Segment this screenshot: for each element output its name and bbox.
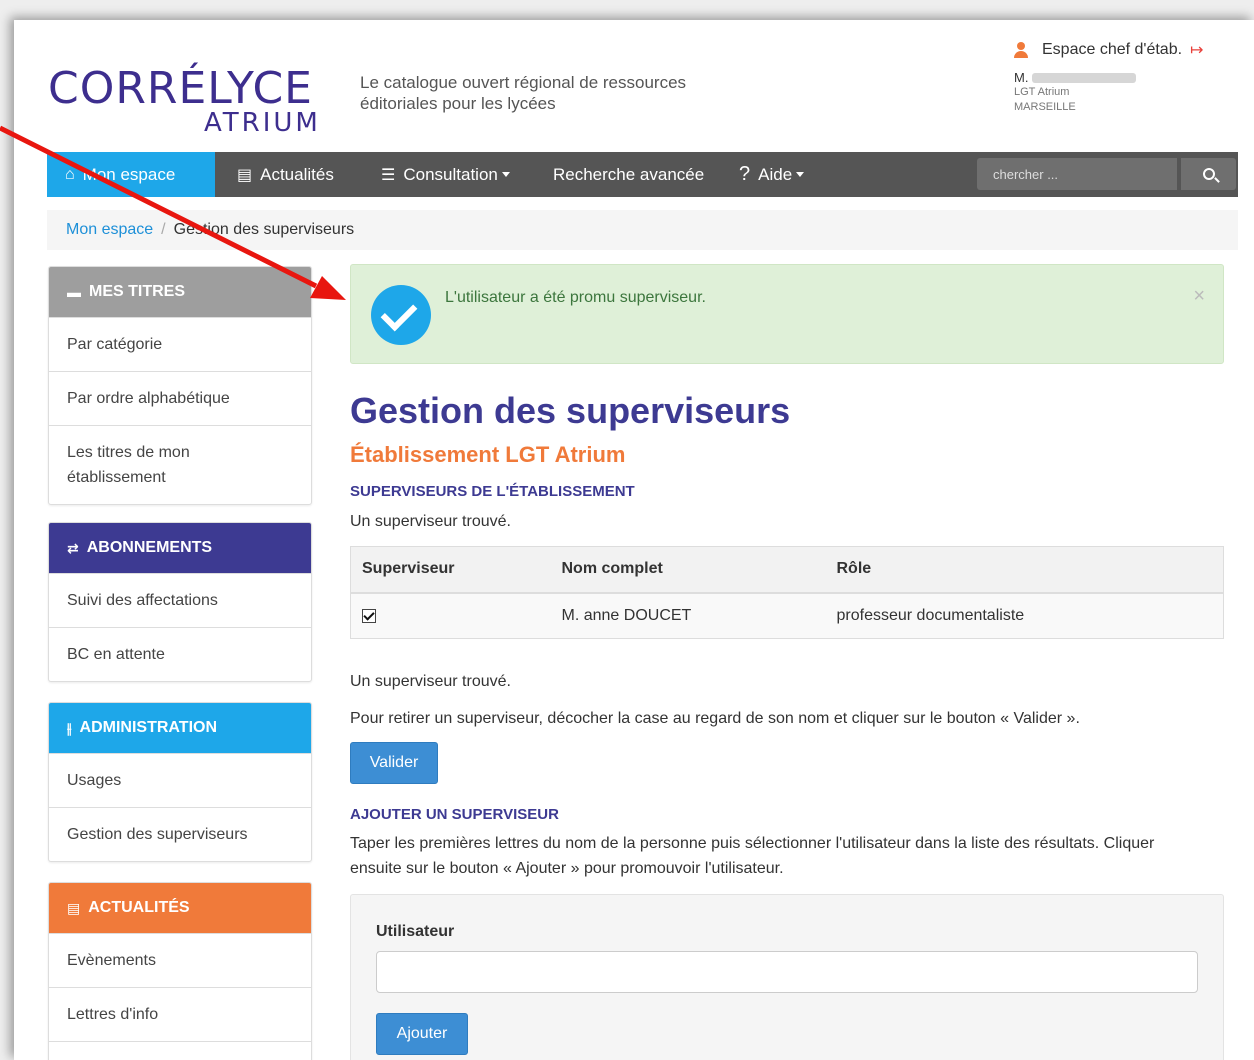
user-name: M.: [1014, 70, 1234, 85]
panel-abonnements: ⇄ ABONNEMENTS Suivi des affectations BC …: [48, 522, 312, 682]
found-count-text: Un superviseur trouvé.: [350, 513, 511, 530]
nav-mon-espace[interactable]: ⌂ Mon espace: [47, 152, 215, 197]
search-input[interactable]: chercher ...: [977, 158, 1177, 190]
breadcrumb: Mon espace / Gestion des superviseurs: [47, 210, 1238, 250]
user-city: MARSEILLE: [1014, 101, 1076, 113]
nav-recherche-label: Recherche avancée: [553, 164, 705, 184]
search-icon: [1202, 168, 1215, 180]
supervisor-checkbox[interactable]: [362, 608, 376, 623]
close-icon[interactable]: ×: [1193, 285, 1205, 308]
sidebar-item-lettres-info[interactable]: Lettres d'info: [49, 987, 311, 1041]
remove-instructions: Pour retirer un superviseur, décocher la…: [350, 710, 1080, 727]
user-space-link[interactable]: Espace chef d'étab.: [1042, 41, 1182, 59]
supervisors-table: Superviseur Nom complet Rôle M. anne DOU…: [350, 546, 1224, 639]
section-add-title: AJOUTER UN SUPERVISEUR: [350, 806, 559, 823]
sidebar-item-truncated[interactable]: [49, 1041, 311, 1060]
sidebar-item-suivi-affectations[interactable]: Suivi des affectations: [49, 573, 311, 627]
panel-mes-titres-header: ▬ MES TITRES: [49, 267, 311, 317]
user-search-input[interactable]: [376, 951, 1198, 993]
user-space-line: Espace chef d'étab. ↦: [1014, 40, 1234, 60]
page-title: Gestion des superviseurs: [350, 390, 791, 431]
question-icon: ?: [739, 163, 751, 185]
panel-administration: ⫲ ADMINISTRATION Usages Gestion des supe…: [48, 702, 312, 862]
panel-actualites-header: ▤ ACTUALITÉS: [49, 883, 311, 933]
logo-sub-text: ATRIUM: [204, 108, 321, 138]
refresh-icon: ⇄: [67, 539, 79, 556]
col-nom-complet: Nom complet: [550, 546, 826, 594]
add-instructions: Taper les premières lettres du nom de la…: [350, 831, 1154, 881]
sidebar-item-evenements[interactable]: Evènements: [49, 933, 311, 987]
validate-button[interactable]: Valider: [350, 742, 438, 784]
tagline-line2: éditoriales pour les lycées: [360, 94, 556, 113]
panel-abonnements-header: ⇄ ABONNEMENTS: [49, 523, 311, 573]
table-row: M. anne DOUCET professeur documentaliste: [350, 592, 1224, 639]
user-establishment: LGT Atrium: [1014, 86, 1070, 98]
panel-actualites-title: ACTUALITÉS: [88, 899, 190, 916]
logout-icon[interactable]: ↦: [1190, 40, 1203, 60]
search-button[interactable]: [1181, 158, 1236, 190]
user-icon: [1014, 42, 1028, 58]
panel-mes-titres: ▬ MES TITRES Par catégorie Par ordre alp…: [48, 266, 312, 505]
add-instructions-line2: ensuite sur le bouton « Ajouter » pour p…: [350, 860, 784, 877]
found-count-text-2: Un superviseur trouvé.: [350, 673, 511, 690]
supervisor-name: M. anne DOUCET: [550, 592, 826, 639]
nav-aide[interactable]: ? Aide: [721, 152, 822, 197]
news-icon: ▤: [237, 166, 253, 184]
user-name-redacted: [1032, 72, 1137, 83]
col-role: Rôle: [825, 546, 1224, 594]
user-field-label: Utilisateur: [376, 923, 455, 940]
tagline: Le catalogue ouvert régional de ressourc…: [360, 72, 686, 114]
sidebar-item-usages[interactable]: Usages: [49, 753, 311, 807]
add-supervisor-form: Utilisateur Ajouter: [350, 894, 1224, 1060]
page: CORRÉLYCE ATRIUM Le catalogue ouvert rég…: [14, 20, 1254, 1060]
panel-abonnements-title: ABONNEMENTS: [86, 539, 213, 556]
add-instructions-line1: Taper les premières lettres du nom de la…: [350, 835, 1155, 852]
logo-main-text: CORRÉLYCE: [48, 63, 313, 114]
news-icon: ▤: [67, 899, 81, 916]
nav-actualites[interactable]: ▤ Actualités: [219, 152, 352, 197]
list-icon: ☰: [381, 166, 396, 184]
sidebar-item-titres-etablissement[interactable]: Les titres de mon établissement: [49, 425, 311, 504]
sidebar-item-par-categorie[interactable]: Par catégorie: [49, 317, 311, 371]
page-subtitle: Établissement LGT Atrium: [350, 442, 626, 467]
chevron-down-icon: [501, 172, 510, 177]
nav-recherche-avancee[interactable]: Recherche avancée: [535, 152, 722, 197]
panel-mes-titres-title: MES TITRES: [89, 283, 186, 300]
table-header-row: Superviseur Nom complet Rôle: [350, 546, 1224, 594]
panel-administration-title: ADMINISTRATION: [79, 719, 218, 736]
success-alert: L'utilisateur a été promu superviseur. ×: [350, 264, 1224, 364]
nav-consultation-label: Consultation: [403, 164, 498, 184]
panel-actualites: ▤ ACTUALITÉS Evènements Lettres d'info: [48, 882, 312, 1060]
supervisor-role: professeur documentaliste: [825, 592, 1224, 639]
main-nav: ⌂ Mon espace ▤ Actualités ☰ Consultation…: [47, 152, 1238, 197]
sidebar-item-par-ordre-alphabetique[interactable]: Par ordre alphabétique: [49, 371, 311, 425]
breadcrumb-separator: /: [161, 221, 166, 238]
home-icon: ⌂: [65, 165, 75, 183]
supervisor-checkbox-cell: [350, 592, 551, 639]
breadcrumb-current: Gestion des superviseurs: [173, 221, 355, 238]
nav-consultation[interactable]: ☰ Consultation: [363, 152, 528, 197]
logo[interactable]: CORRÉLYCE ATRIUM: [48, 63, 318, 139]
add-button[interactable]: Ajouter: [376, 1013, 468, 1055]
archive-icon: ▬: [67, 284, 81, 300]
user-box: Espace chef d'étab. ↦ M. LGT Atrium MARS…: [1014, 40, 1234, 115]
sliders-icon: ⫲: [67, 719, 72, 736]
nav-mon-espace-label: Mon espace: [82, 164, 176, 184]
user-name-prefix: M.: [1014, 70, 1029, 85]
section-supervisors-title: SUPERVISEURS DE L'ÉTABLISSEMENT: [350, 483, 635, 500]
nav-aide-label: Aide: [758, 164, 793, 184]
sidebar-item-bc-en-attente[interactable]: BC en attente: [49, 627, 311, 681]
breadcrumb-home-link[interactable]: Mon espace: [66, 221, 153, 239]
check-circle-icon: [371, 285, 431, 345]
sidebar-item-gestion-superviseurs[interactable]: Gestion des superviseurs: [49, 807, 311, 861]
tagline-line1: Le catalogue ouvert régional de ressourc…: [360, 73, 687, 92]
alert-message: L'utilisateur a été promu superviseur.: [445, 289, 706, 306]
col-superviseur: Superviseur: [350, 546, 551, 594]
panel-administration-header: ⫲ ADMINISTRATION: [49, 703, 311, 753]
chevron-down-icon: [796, 172, 805, 177]
nav-actualites-label: Actualités: [260, 164, 334, 184]
